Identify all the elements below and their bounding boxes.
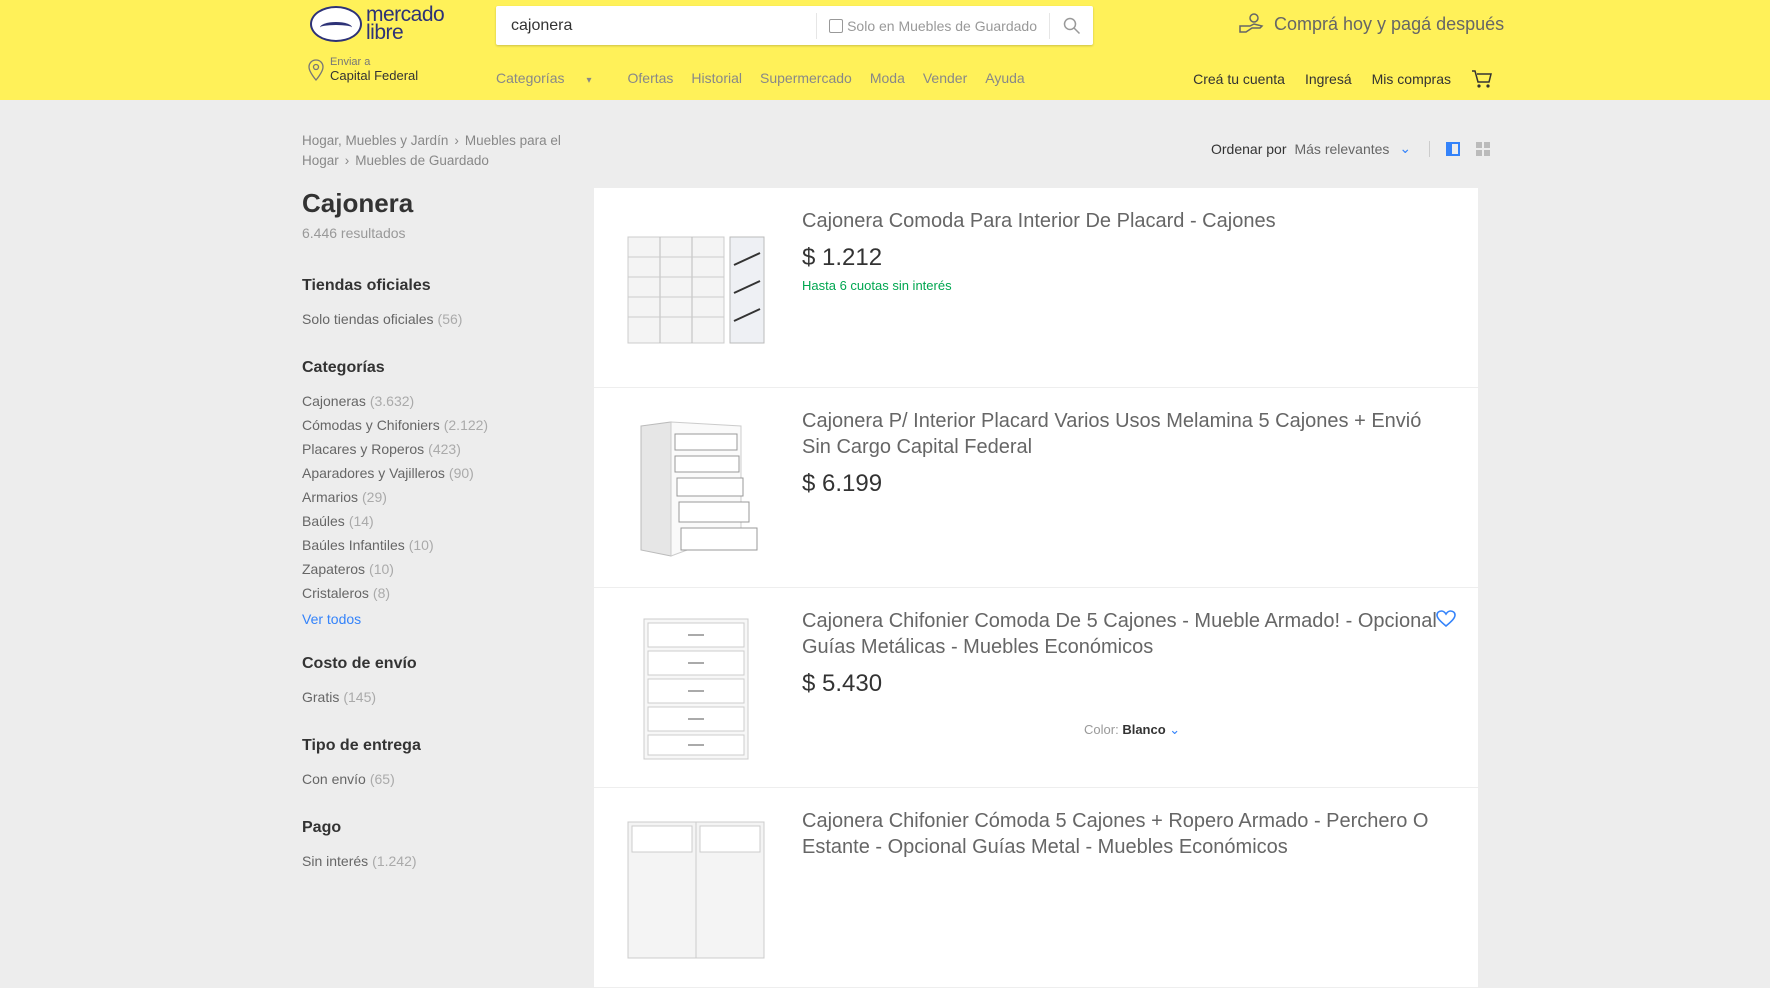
promo-text: Comprá hoy y pagá después [1274,13,1505,34]
product-card[interactable]: Cajonera Chifonier Comoda De 5 Cajones -… [594,588,1478,788]
filter-item[interactable]: Solo tiendas oficiales (56) [302,307,562,331]
product-title[interactable]: Cajonera Comoda Para Interior De Placard… [802,208,1442,234]
category-filter-label: Solo en Muebles de Guardado [847,17,1037,34]
filter-title: Categorías [302,359,385,376]
category-filter-toggle[interactable]: Solo en Muebles de Guardado [816,12,1049,39]
grid-view-icon[interactable] [1476,141,1491,156]
product-title[interactable]: Cajonera Chifonier Cómoda 5 Cajones + Ro… [802,808,1442,860]
results-count: 6.446 resultados [302,225,406,241]
filter-item[interactable]: Baúles Infantiles (10) [302,533,562,557]
user-nav: Creá tu cuenta Ingresá Mis compras [1173,69,1493,89]
filter-item[interactable]: Armarios (29) [302,485,562,509]
filter-group-entrega: Tipo de entrega Con envío (65) [302,737,562,791]
location-pin-icon [308,59,324,81]
product-image[interactable] [626,820,766,960]
nav-categorias[interactable]: Categorías ▾ [496,70,610,86]
chifonier-icon [643,618,749,760]
filter-item[interactable]: Zapateros (10) [302,557,562,581]
filter-item[interactable]: Placares y Roperos (423) [302,437,562,461]
location-city: Capital Federal [330,68,419,83]
promo-banner[interactable]: Comprá hoy y pagá después [1238,12,1504,36]
filter-title: Tiendas oficiales [302,277,431,294]
delivery-location[interactable]: Enviar a Capital Federal [308,56,418,84]
product-price: $ 6.199 [802,470,883,497]
see-all-link[interactable]: Ver todos [302,611,562,627]
filter-title: Costo de envío [302,655,417,672]
divider [1429,140,1431,157]
list-view-icon[interactable] [1446,141,1461,156]
site-header: mercado libre Solo en Muebles de Guardad… [0,0,1770,100]
hand-money-icon [1239,13,1264,33]
filters-sidebar: Cajonera 6.446 resultados Tiendas oficia… [302,188,562,873]
login-link[interactable]: Ingresá [1305,71,1352,87]
product-price: $ 1.212 [802,244,883,271]
product-title[interactable]: Cajonera P/ Interior Placard Varios Usos… [802,408,1442,460]
location-label: Enviar a [330,56,371,68]
product-image[interactable] [626,220,766,360]
filter-group-envio: Costo de envío Gratis (145) [302,655,562,709]
handshake-icon [310,6,362,42]
drawer-unit-icon [627,236,765,344]
checkbox[interactable] [829,18,844,33]
sort-controls: Ordenar por Más relevantes ⌄ [1211,140,1491,157]
filter-item[interactable]: Aparadores y Vajilleros (90) [302,461,562,485]
logo-text-line2: libre [366,21,404,44]
drawer-unit-icon [640,421,758,557]
installments-text: Hasta 6 cuotas sin interés [802,278,952,293]
filter-item[interactable]: Sin interés (1.242) [302,849,562,873]
filter-item[interactable]: Gratis (145) [302,685,562,709]
chevron-down-icon: ⌄ [1169,722,1181,737]
chevron-down-icon: ▾ [586,75,592,86]
chevron-right-icon: › [454,133,459,148]
filter-item[interactable]: Cómodas y Chifoniers (2.122) [302,413,562,437]
chevron-right-icon: › [344,153,350,168]
filter-group-categorias: Categorías Cajoneras (3.632) Cómodas y Ch… [302,359,562,627]
product-card[interactable]: Cajonera Chifonier Cómoda 5 Cajones + Ro… [594,788,1478,988]
my-purchases-link[interactable]: Mis compras [1372,71,1451,87]
cart-icon[interactable] [1471,69,1493,89]
filter-title: Tipo de entrega [302,737,421,754]
breadcrumb-item[interactable]: Hogar, Muebles y Jardín [302,133,448,148]
color-value: Blanco [1122,722,1166,737]
search-icon [1063,17,1080,34]
filter-item[interactable]: Con envío (65) [302,767,562,791]
logo[interactable]: mercado libre [310,4,445,44]
chevron-down-icon[interactable]: ⌄ [1399,140,1411,157]
filter-item[interactable]: Cristaleros (8) [302,581,562,605]
page-title: Cajonera [302,188,414,218]
product-image[interactable] [626,618,766,760]
nav-historial[interactable]: Historial [691,70,742,86]
nav-supermercado[interactable]: Supermercado [760,70,852,86]
filter-title: Pago [302,819,342,836]
create-account-link[interactable]: Creá tu cuenta [1193,71,1285,87]
heart-icon[interactable] [1436,610,1456,628]
breadcrumb: Hogar, Muebles y Jardín › Muebles para el … [302,131,582,171]
sort-label: Ordenar por [1211,140,1287,157]
nav-moda[interactable]: Moda [870,70,905,86]
results-list: Cajonera Comoda Para Interior De Placard… [594,188,1478,988]
sort-dropdown[interactable]: Más relevantes [1294,141,1389,157]
search-bar: Solo en Muebles de Guardado [496,6,1093,45]
filter-item[interactable]: Cajoneras (3.632) [302,389,562,413]
search-button[interactable] [1049,12,1093,39]
nav-ofertas[interactable]: Ofertas [628,70,674,86]
nav-ayuda[interactable]: Ayuda [985,70,1024,86]
breadcrumb-item[interactable]: Muebles de Guardado [355,153,489,168]
filter-group-pago: Pago Sin interés (1.242) [302,819,562,873]
product-image[interactable] [626,420,766,560]
nav-vender[interactable]: Vender [923,70,967,86]
main-nav: Categorías ▾ Ofertas Historial Supermerca… [496,70,1043,86]
product-card[interactable]: Cajonera P/ Interior Placard Varios Usos… [594,388,1478,588]
product-title[interactable]: Cajonera Chifonier Comoda De 5 Cajones -… [802,608,1442,660]
product-price: $ 5.430 [802,670,883,697]
filter-item[interactable]: Baúles (14) [302,509,562,533]
chifonier-icon [627,821,765,959]
filter-group-tiendas: Tiendas oficiales Solo tiendas oficiales… [302,277,562,331]
search-input[interactable] [496,6,817,45]
product-card[interactable]: Cajonera Comoda Para Interior De Placard… [594,188,1478,388]
color-selector[interactable]: Color: Blanco ⌄ [1084,722,1180,738]
